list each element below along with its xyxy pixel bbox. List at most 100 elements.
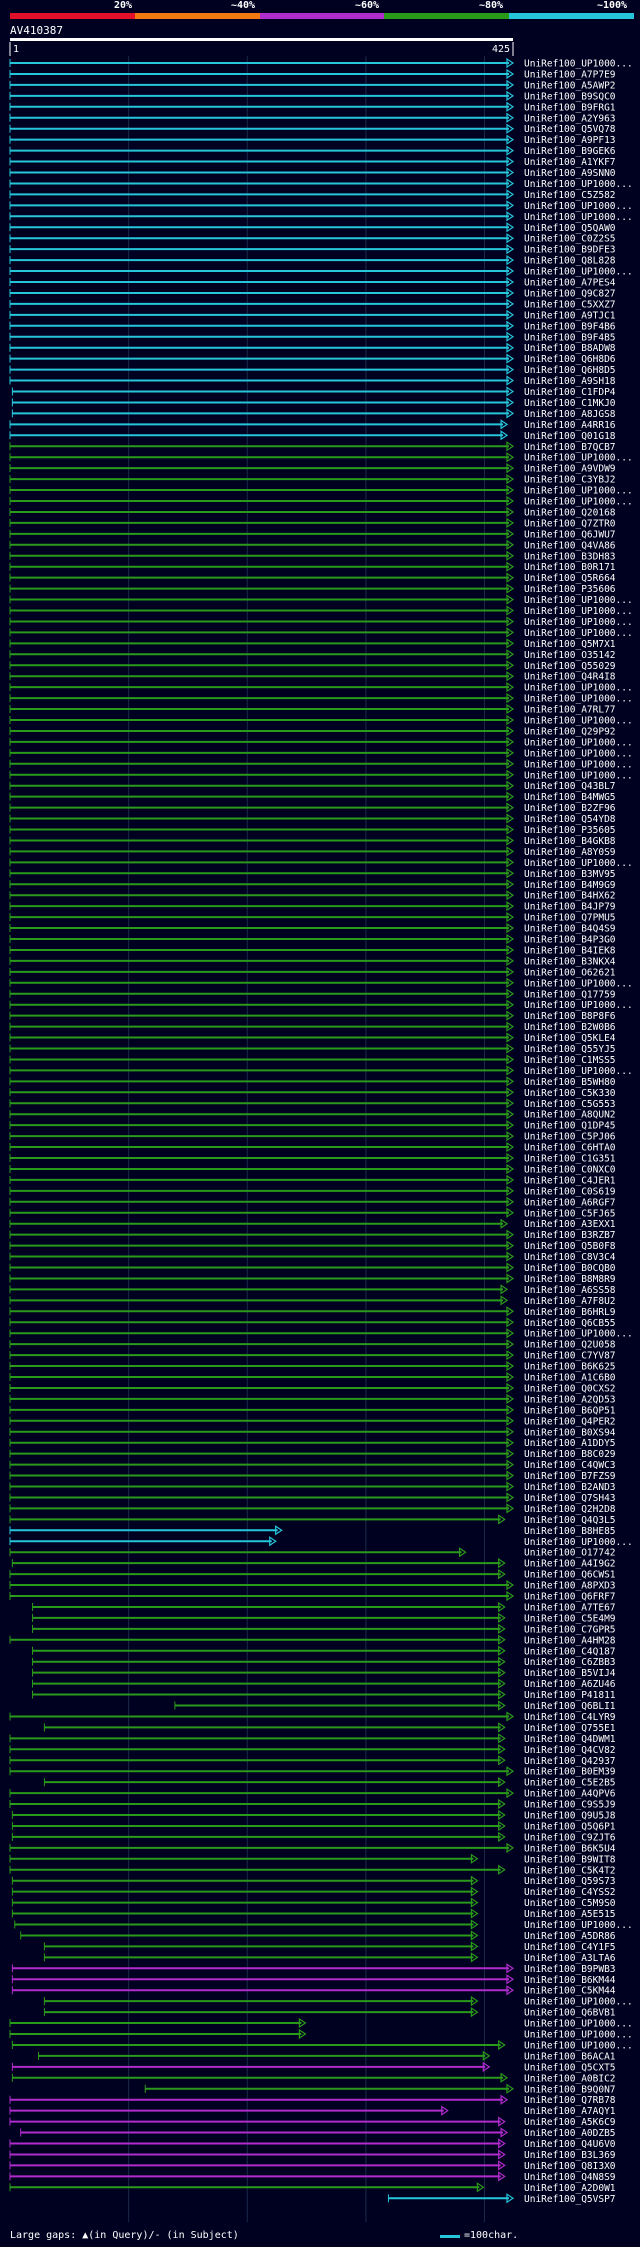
hit-label: UniRef100_B8M8R9 (524, 1274, 616, 1285)
hit-label: UniRef100_Q5VQ78 (524, 124, 616, 135)
hit-label: UniRef100_B8C029 (524, 1449, 616, 1460)
hit-label: UniRef100_C1FDP4 (524, 387, 616, 398)
hit-label: UniRef100_A7AQY1 (524, 2106, 616, 2117)
hit-label: UniRef100_C8V3C4 (524, 1252, 616, 1263)
hit-label: UniRef100_B4JP79 (524, 902, 616, 913)
hit-label: UniRef100_A2QD53 (524, 1394, 616, 1405)
hit-label: UniRef100_B6K625 (524, 1362, 616, 1373)
hit-label: UniRef100_C5K330 (524, 1088, 616, 1099)
hit-label: UniRef100_Q5M7X1 (524, 639, 616, 650)
hit-label: UniRef100_B6QP51 (524, 1405, 616, 1416)
hit-label: UniRef100_A7PES4 (524, 278, 616, 289)
hit-label: UniRef100_Q2H2D8 (524, 1504, 616, 1515)
hit-label: UniRef100_A2Y963 (524, 113, 616, 124)
hit-label: UniRef100_Q7ZTR0 (524, 518, 616, 529)
hit-label: UniRef100_Q4PER2 (524, 1416, 616, 1427)
hit-label: UniRef100_A0DZB5 (524, 2128, 616, 2139)
hit-label: UniRef100_B8P8F6 (524, 1011, 616, 1022)
hit-label: UniRef100_P35606 (524, 584, 616, 595)
hit-label: UniRef100_B3MV95 (524, 869, 616, 880)
hit-label: UniRef100_UP1000... (524, 628, 633, 639)
hit-label: UniRef100_A3EXX1 (524, 1219, 616, 1230)
hit-label: UniRef100_UP1000... (524, 212, 633, 223)
hit-label: UniRef100_UP1000... (524, 2040, 633, 2051)
hit-label: UniRef100_B0CQB0 (524, 1263, 616, 1274)
hit-label: UniRef100_A5AWP2 (524, 80, 616, 91)
hit-label: UniRef100_C4Q187 (524, 1646, 616, 1657)
hit-label: UniRef100_Q6JWU7 (524, 529, 616, 540)
hit-label: UniRef100_Q29P92 (524, 726, 616, 737)
hit-label: UniRef100_Q6CB55 (524, 1318, 616, 1329)
hit-label: UniRef100_UP1000... (524, 606, 633, 617)
hit-label: UniRef100_C7YV87 (524, 1351, 616, 1362)
hit-label: UniRef100_A5DR86 (524, 1931, 616, 1942)
hit-label: UniRef100_Q55029 (524, 661, 616, 672)
hit-label: UniRef100_UP1000... (524, 453, 633, 464)
axis-start-label: 1 (13, 44, 19, 55)
hit-label: UniRef100_A6ZU46 (524, 1679, 616, 1690)
hit-label: UniRef100_C4QWC3 (524, 1460, 616, 1471)
hit-label: UniRef100_B4GKB8 (524, 836, 616, 847)
hit-label: UniRef100_Q54YD8 (524, 814, 616, 825)
hit-label: UniRef100_B6KM44 (524, 1975, 616, 1986)
hit-label: UniRef100_Q4CV82 (524, 1745, 616, 1756)
hit-label: UniRef100_Q4DWM1 (524, 1734, 616, 1745)
hit-label: UniRef100_UP1000... (524, 1997, 633, 2008)
hit-label: UniRef100_B7QCB7 (524, 442, 616, 453)
hit-label: UniRef100_UP1000... (524, 858, 633, 869)
hit-label: UniRef100_B4M9G9 (524, 880, 616, 891)
hit-label: UniRef100_Q1DP45 (524, 1121, 616, 1132)
hit-label: UniRef100_UP1000... (524, 683, 633, 694)
hit-label: UniRef100_UP1000... (524, 1920, 633, 1931)
hit-label: UniRef100_B3DH83 (524, 551, 616, 562)
hit-label: UniRef100_A7F8U2 (524, 1296, 616, 1307)
hit-label: UniRef100_Q8L828 (524, 256, 616, 267)
hit-label: UniRef100_B3RZB7 (524, 1230, 616, 1241)
hit-label: UniRef100_Q5CXT5 (524, 2062, 616, 2073)
hit-label: UniRef100_UP1000... (524, 770, 633, 781)
hit-label: UniRef100_Q5KLE4 (524, 1033, 616, 1044)
hit-label: UniRef100_Q6H8D6 (524, 354, 616, 365)
hit-label: UniRef100_UP1000... (524, 759, 633, 770)
hit-label: UniRef100_UP1000... (524, 59, 633, 70)
hit-label: UniRef100_C5E2B5 (524, 1778, 616, 1789)
hit-label: UniRef100_A9SH18 (524, 376, 616, 387)
hit-label: UniRef100_UP1000... (524, 1000, 633, 1011)
query-bar (10, 38, 513, 41)
hit-label: UniRef100_B9F4B6 (524, 321, 616, 332)
hit-label: UniRef100_O17742 (524, 1548, 616, 1559)
hit-label: UniRef100_Q4U6V0 (524, 2139, 616, 2150)
hit-label: UniRef100_A8Y0S9 (524, 847, 616, 858)
hit-label: UniRef100_A7RL77 (524, 705, 616, 716)
hit-label: UniRef100_C7GPR5 (524, 1624, 616, 1635)
hit-label: UniRef100_UP1000... (524, 737, 633, 748)
hit-label: UniRef100_UP1000... (524, 1537, 633, 1548)
hit-label: UniRef100_Q2U058 (524, 1340, 616, 1351)
hit-label: UniRef100_A4RR16 (524, 420, 616, 431)
hit-label: UniRef100_B5WH80 (524, 1077, 616, 1088)
hit-label: UniRef100_B2ZF96 (524, 803, 616, 814)
hit-label: UniRef100_C5Z582 (524, 190, 616, 201)
hit-label: UniRef100_Q42937 (524, 1756, 616, 1767)
hit-label: UniRef100_B4Q4S9 (524, 924, 616, 935)
hit-label: UniRef100_B9SQC0 (524, 91, 616, 102)
hit-label: UniRef100_C1G351 (524, 1154, 616, 1165)
hit-label: UniRef100_A7TE67 (524, 1602, 616, 1613)
hit-label: UniRef100_C5M9S0 (524, 1898, 616, 1909)
hit-label: UniRef100_Q4R4I8 (524, 672, 616, 683)
hit-label: UniRef100_Q5B0F8 (524, 1241, 616, 1252)
hit-label: UniRef100_Q5Q6P1 (524, 1821, 616, 1832)
hit-label: UniRef100_B8HE85 (524, 1526, 616, 1537)
hit-label: UniRef100_P35605 (524, 825, 616, 836)
hit-label: UniRef100_Q0CXS2 (524, 1383, 616, 1394)
scale-label: =100char. (464, 2230, 519, 2241)
hit-label: UniRef100_P41811 (524, 1690, 616, 1701)
hit-label: UniRef100_C0S619 (524, 1186, 616, 1197)
hit-label: UniRef100_B9Q0N7 (524, 2084, 616, 2095)
hit-label: UniRef100_UP1000... (524, 179, 633, 190)
hit-label: UniRef100_UP1000... (524, 748, 633, 759)
hit-label: UniRef100_A9VDW9 (524, 464, 616, 475)
hit-label: UniRef100_Q6BLI1 (524, 1701, 616, 1712)
hit-label: UniRef100_C6ZBB3 (524, 1657, 616, 1668)
hit-label: UniRef100_C5K4T2 (524, 1865, 616, 1876)
